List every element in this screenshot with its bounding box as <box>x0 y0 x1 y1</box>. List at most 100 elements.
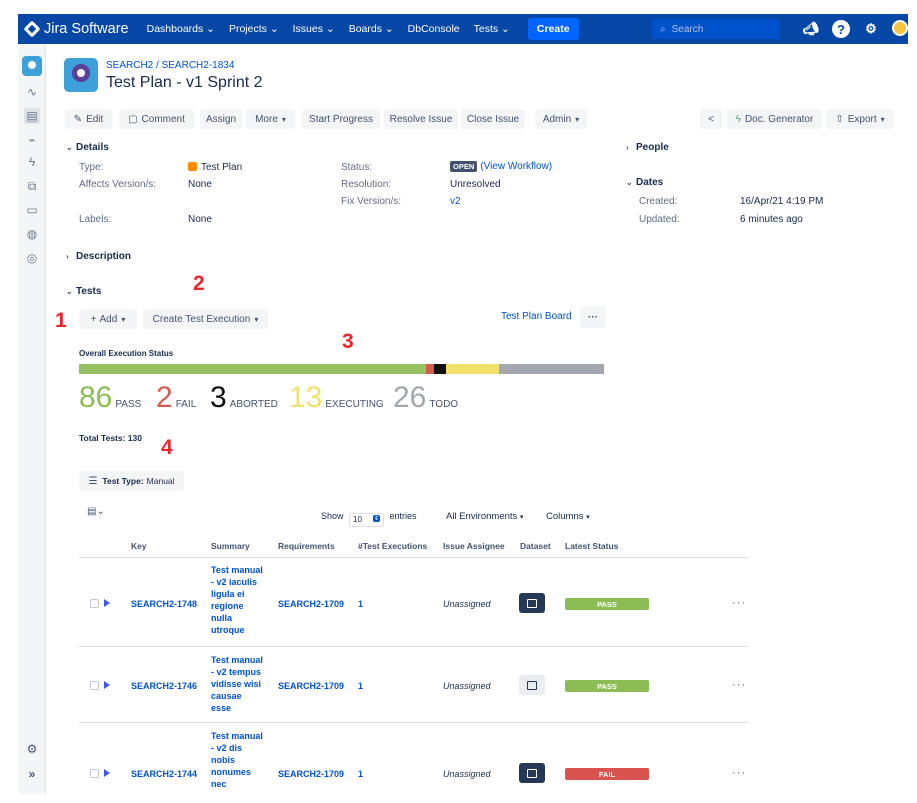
view-workflow-link[interactable]: (View Workflow) <box>480 161 552 172</box>
dataset-table-icon <box>527 598 537 608</box>
board-icon[interactable]: ▤ <box>24 108 40 124</box>
row-1-actions-menu[interactable]: ··· <box>732 597 746 609</box>
reports-icon[interactable]: ⌁ <box>24 132 40 148</box>
assign-button[interactable]: Assign <box>200 109 242 129</box>
row-3-requirement[interactable]: SEARCH2-1709 <box>278 769 344 779</box>
export-button[interactable]: ⇧ Export ▾ <box>826 109 894 129</box>
start-progress-button[interactable]: Start Progress <box>302 109 380 129</box>
nav-dashboards[interactable]: Dashboards ⌄ <box>147 23 215 35</box>
col-summary[interactable]: Summary <box>211 541 250 551</box>
row-2-actions-menu[interactable]: ··· <box>732 679 746 691</box>
nav-tests[interactable]: Tests ⌄ <box>474 23 510 35</box>
todo-label: TODO <box>429 399 459 410</box>
row-2-dataset-button[interactable] <box>519 675 545 695</box>
filter-icon: ☰ <box>88 475 98 487</box>
comment-label: Comment <box>141 113 185 125</box>
execute-play-icon[interactable] <box>104 599 110 607</box>
col-issue-assignee[interactable]: Issue Assignee <box>443 541 505 551</box>
execute-play-icon[interactable] <box>104 681 110 689</box>
summary-line: nonumes <box>211 767 252 777</box>
row-3-summary[interactable]: Test manual - v2 dis nobis nonumes nec <box>211 730 271 788</box>
people-section-header[interactable]: › People <box>626 142 669 153</box>
doc-generator-button[interactable]: ϟ Doc. Generator <box>727 109 822 129</box>
todo-stat[interactable]: 26 TODO <box>393 381 458 415</box>
fix-version-link[interactable]: v2 <box>450 196 461 207</box>
dataset-table-icon <box>527 768 537 778</box>
row-checkbox[interactable] <box>90 681 99 690</box>
row-3-executions[interactable]: 1 <box>358 769 363 779</box>
notifications-megaphone-icon[interactable]: 📣︎ <box>802 20 820 38</box>
nav-boards[interactable]: Boards ⌄ <box>349 23 394 35</box>
details-section-header[interactable]: ⌄ Details <box>66 142 109 153</box>
close-issue-button[interactable]: Close Issue <box>461 109 525 129</box>
row-2-requirement[interactable]: SEARCH2-1709 <box>278 681 344 691</box>
resolve-issue-button[interactable]: Resolve Issue <box>384 109 458 129</box>
test-type-filter[interactable]: ☰ Test Type: Manual <box>79 471 184 491</box>
row-3-dataset-button[interactable] <box>519 763 545 783</box>
aborted-stat[interactable]: 3 ABORTED <box>210 381 278 415</box>
row-3-key[interactable]: SEARCH2-1744 <box>131 769 197 779</box>
fix-version-label: Fix Version/s: <box>341 196 402 207</box>
more-options-button[interactable]: ··· <box>580 306 606 328</box>
tests-section-header[interactable]: ⌄ Tests <box>66 286 101 297</box>
share-button[interactable]: < <box>700 109 722 129</box>
col-requirements[interactable]: Requirements <box>278 541 335 551</box>
row-3-actions-menu[interactable]: ··· <box>732 767 746 779</box>
expand-sidebar-icon[interactable]: » <box>24 766 40 782</box>
breadcrumb-project[interactable]: SEARCH2 <box>106 60 153 71</box>
row-1-requirement[interactable]: SEARCH2-1709 <box>278 599 344 609</box>
lightning-icon[interactable]: ϟ <box>24 154 40 170</box>
more-button[interactable]: More ▾ <box>246 109 295 129</box>
col-latest-status[interactable]: Latest Status <box>565 541 618 551</box>
add-test-button[interactable]: + Add ▾ <box>79 309 137 329</box>
entries-select[interactable]: 10 ⇕ <box>349 513 385 527</box>
row-2-key[interactable]: SEARCH2-1746 <box>131 681 197 691</box>
help-icon[interactable]: ? <box>832 20 850 38</box>
row-checkbox[interactable] <box>90 769 99 778</box>
nav-issues[interactable]: Issues ⌄ <box>293 23 335 35</box>
jira-logo[interactable]: Jira Software <box>23 20 129 38</box>
description-section-header[interactable]: › Description <box>66 251 131 262</box>
columns-dropdown[interactable]: Columns ▾ <box>546 511 590 522</box>
dates-section-header[interactable]: ⌄ Dates <box>626 177 663 188</box>
project-settings-gear-icon[interactable]: ⚙ <box>24 741 40 757</box>
row-checkbox[interactable] <box>90 599 99 608</box>
test-plan-board-link[interactable]: Test Plan Board <box>501 311 572 322</box>
edit-button[interactable]: ✎ Edit <box>65 109 112 129</box>
row-2-summary[interactable]: Test manual - v2 tempus vidisse wisi cau… <box>211 654 271 714</box>
environments-dropdown[interactable]: All Environments ▾ <box>446 511 523 522</box>
fail-stat[interactable]: 2 FAIL <box>156 381 196 415</box>
search-input[interactable]: ⌕ Search <box>652 19 780 39</box>
breadcrumb-issue[interactable]: SEARCH2-1834 <box>162 60 235 71</box>
pages-icon[interactable]: ▭ <box>24 202 40 218</box>
nav-dbconsole[interactable]: DbConsole <box>408 23 460 35</box>
row-2-executions[interactable]: 1 <box>358 681 363 691</box>
comment-button[interactable]: ▢ Comment <box>119 109 194 129</box>
nav-projects[interactable]: Projects ⌄ <box>229 23 279 35</box>
row-1-summary[interactable]: Test manual - v2 iaculis ligula ei regio… <box>211 564 271 636</box>
executing-stat[interactable]: 13 EXECUTING <box>289 381 384 415</box>
row-1-key[interactable]: SEARCH2-1748 <box>131 599 197 609</box>
create-button[interactable]: Create <box>527 18 579 40</box>
entries-label: entries <box>389 511 417 521</box>
settings-gear-icon[interactable]: ⚙ <box>862 20 880 38</box>
col-test-executions[interactable]: #Test Executions <box>358 541 427 551</box>
execute-play-icon[interactable] <box>104 769 110 777</box>
components-icon[interactable]: ⧉ <box>24 178 40 194</box>
admin-button[interactable]: Admin ▾ <box>535 109 587 129</box>
create-test-execution-button[interactable]: Create Test Execution ▾ <box>143 309 268 329</box>
activity-icon[interactable]: ∿ <box>24 84 40 100</box>
pass-stat[interactable]: 86 PASS <box>79 381 141 415</box>
project-avatar[interactable] <box>22 56 42 76</box>
user-avatar[interactable] <box>892 20 908 36</box>
row-1-executions[interactable]: 1 <box>358 599 363 609</box>
test-repository-icon[interactable]: ◍ <box>24 226 40 242</box>
column-config-icon[interactable]: ▤⌄ <box>87 506 105 517</box>
ellipsis-icon: ··· <box>588 311 598 323</box>
row-1-dataset-button[interactable] <box>519 593 545 613</box>
xray-icon[interactable]: ◎ <box>24 250 40 266</box>
col-dataset[interactable]: Dataset <box>520 541 551 551</box>
export-icon: ⇧ <box>835 113 844 125</box>
create-exec-label: Create Test Execution <box>152 313 251 325</box>
col-key[interactable]: Key <box>131 541 147 551</box>
